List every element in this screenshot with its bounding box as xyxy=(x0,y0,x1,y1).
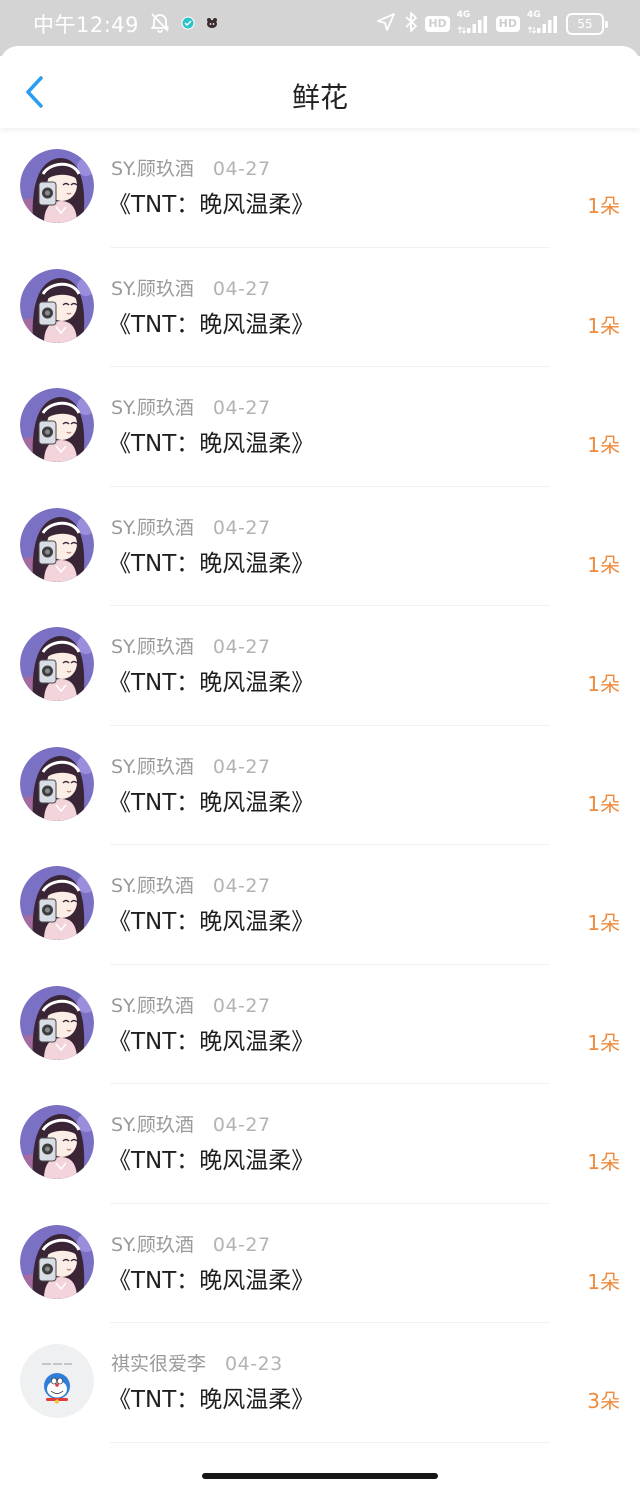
work-title: 《TNT：晚风温柔》 xyxy=(108,789,315,816)
list-item[interactable]: SY.顾玖酒 04-27 《TNT：晚风温柔》 1朵 xyxy=(0,487,640,606)
gift-date: 04-27 xyxy=(212,636,271,658)
list-item[interactable]: SY.顾玖酒 04-27 《TNT：晚风温柔》 1朵 xyxy=(0,845,640,965)
list-item[interactable]: SY.顾玖酒 04-27 《TNT：晚风温柔》 1朵 xyxy=(0,726,640,845)
item-meta: SY.顾玖酒 04-27 xyxy=(111,993,271,1019)
anime-girl-avatar[interactable] xyxy=(20,1105,94,1179)
sender-name[interactable]: SY.顾玖酒 xyxy=(111,634,194,660)
gift-date: 04-27 xyxy=(212,158,271,180)
flower-count: 1朵 xyxy=(587,1269,620,1294)
work-title: 《TNT：晚风温柔》 xyxy=(108,1387,315,1413)
sender-name[interactable]: SY.顾玖酒 xyxy=(111,156,194,182)
status-right: HD 4G HD 4G 55 xyxy=(375,10,608,38)
flower-count: 1朵 xyxy=(587,1030,620,1055)
sender-name[interactable]: SY.顾玖酒 xyxy=(111,1232,194,1258)
status-time: 中午12:49 xyxy=(33,13,140,37)
flower-count: 1朵 xyxy=(587,552,620,577)
work-title: 《TNT：晚风温柔》 xyxy=(108,1267,315,1294)
sender-name[interactable]: SY.顾玖酒 xyxy=(111,515,194,541)
item-meta: SY.顾玖酒 04-27 xyxy=(111,873,271,899)
item-meta: 祺实很爱李 04-23 xyxy=(111,1351,283,1377)
work-title: 《TNT：晚风温柔》 xyxy=(108,670,315,696)
anime-girl-avatar[interactable] xyxy=(20,627,94,701)
check-circle-icon xyxy=(181,15,195,34)
bluetooth-icon xyxy=(404,11,418,37)
gift-date: 04-27 xyxy=(212,755,271,778)
battery-icon: 55 xyxy=(566,13,608,35)
list-item[interactable]: SY.顾玖酒 04-27 《TNT：晚风温柔》 1朵 xyxy=(0,1084,640,1204)
anime-girl-avatar[interactable] xyxy=(20,746,94,821)
header: 鲜花 xyxy=(0,46,640,128)
work-title: 《TNT：晚风温柔》 xyxy=(108,550,315,577)
anime-girl-avatar[interactable] xyxy=(20,1224,94,1299)
hd-badge: HD xyxy=(425,16,450,32)
sender-name[interactable]: SY.顾玖酒 xyxy=(111,754,194,780)
work-title: 《TNT：晚风温柔》 xyxy=(108,909,315,935)
gift-date: 04-27 xyxy=(212,277,271,300)
anime-girl-avatar[interactable] xyxy=(20,268,94,343)
anime-girl-avatar[interactable] xyxy=(20,388,94,462)
gift-date: 04-27 xyxy=(212,1233,271,1256)
sender-name[interactable]: 祺实很爱李 xyxy=(111,1351,206,1377)
doraemon-avatar[interactable] xyxy=(20,1344,94,1418)
flower-gift-list: SY.顾玖酒 04-27 《TNT：晚风温柔》 1朵 SY.顾玖酒 04-27 … xyxy=(0,128,640,1443)
gift-date: 04-27 xyxy=(212,397,271,419)
list-item[interactable]: SY.顾玖酒 04-27 《TNT：晚风温柔》 1朵 xyxy=(0,606,640,726)
gift-date: 04-27 xyxy=(212,516,271,539)
signal-strength-icon: 4G xyxy=(527,10,559,35)
item-meta: SY.顾玖酒 04-27 xyxy=(111,156,271,182)
list-item[interactable]: SY.顾玖酒 04-27 《TNT：晚风温柔》 1朵 xyxy=(0,367,640,487)
flower-count: 1朵 xyxy=(587,911,620,935)
battery-level: 55 xyxy=(577,17,593,31)
gift-date: 04-27 xyxy=(212,1114,271,1136)
home-indicator[interactable] xyxy=(202,1473,438,1479)
anime-girl-avatar[interactable] xyxy=(20,866,94,940)
list-item[interactable]: 祺实很爱李 04-23 《TNT：晚风温柔》 3朵 xyxy=(0,1323,640,1443)
sender-name[interactable]: SY.顾玖酒 xyxy=(111,395,194,421)
flower-count: 3朵 xyxy=(587,1389,620,1413)
item-meta: SY.顾玖酒 04-27 xyxy=(111,395,271,421)
work-title: 《TNT：晚风温柔》 xyxy=(108,192,315,218)
sender-name[interactable]: SY.顾玖酒 xyxy=(111,1112,194,1138)
anime-girl-avatar[interactable] xyxy=(20,149,94,223)
item-meta: SY.顾玖酒 04-27 xyxy=(111,1232,271,1258)
sender-name[interactable]: SY.顾玖酒 xyxy=(111,276,194,302)
status-left: 中午12:49 xyxy=(33,10,219,38)
list-item[interactable]: SY.顾玖酒 04-27 《TNT：晚风温柔》 1朵 xyxy=(0,965,640,1084)
gift-date: 04-23 xyxy=(225,1353,283,1375)
flower-count: 1朵 xyxy=(587,194,620,218)
work-title: 《TNT：晚风温柔》 xyxy=(108,431,315,457)
signal-strength-icon: 4G xyxy=(457,10,489,35)
item-meta: SY.顾玖酒 04-27 xyxy=(111,634,271,660)
bell-slash-icon xyxy=(149,11,171,37)
anime-girl-avatar[interactable] xyxy=(20,507,94,582)
location-arrow-icon xyxy=(375,11,397,37)
flower-count: 1朵 xyxy=(587,791,620,816)
item-meta: SY.顾玖酒 04-27 xyxy=(111,1112,271,1138)
work-title: 《TNT：晚风温柔》 xyxy=(108,1028,315,1055)
gift-date: 04-27 xyxy=(212,875,271,897)
list-item[interactable]: SY.顾玖酒 04-27 《TNT：晚风温柔》 1朵 xyxy=(0,1204,640,1323)
work-title: 《TNT：晚风温柔》 xyxy=(108,311,315,338)
sender-name[interactable]: SY.顾玖酒 xyxy=(111,873,194,899)
row-divider xyxy=(110,1441,550,1443)
gift-date: 04-27 xyxy=(212,994,271,1017)
work-title: 《TNT：晚风温柔》 xyxy=(108,1148,315,1174)
sender-name[interactable]: SY.顾玖酒 xyxy=(111,993,194,1019)
flower-count: 1朵 xyxy=(587,313,620,338)
page-title: 鲜花 xyxy=(291,81,348,114)
flower-count: 1朵 xyxy=(587,672,620,696)
item-meta: SY.顾玖酒 04-27 xyxy=(111,515,271,541)
list-item[interactable]: SY.顾玖酒 04-27 《TNT：晚风温柔》 1朵 xyxy=(0,128,640,248)
hd-badge: HD xyxy=(495,16,520,32)
item-meta: SY.顾玖酒 04-27 xyxy=(111,754,271,780)
list-item[interactable]: SY.顾玖酒 04-27 《TNT：晚风温柔》 1朵 xyxy=(0,248,640,367)
flower-count: 1朵 xyxy=(587,433,620,457)
flower-count: 1朵 xyxy=(587,1150,620,1174)
app-notification-icon xyxy=(205,15,219,34)
anime-girl-avatar[interactable] xyxy=(20,985,94,1060)
item-meta: SY.顾玖酒 04-27 xyxy=(111,276,271,302)
